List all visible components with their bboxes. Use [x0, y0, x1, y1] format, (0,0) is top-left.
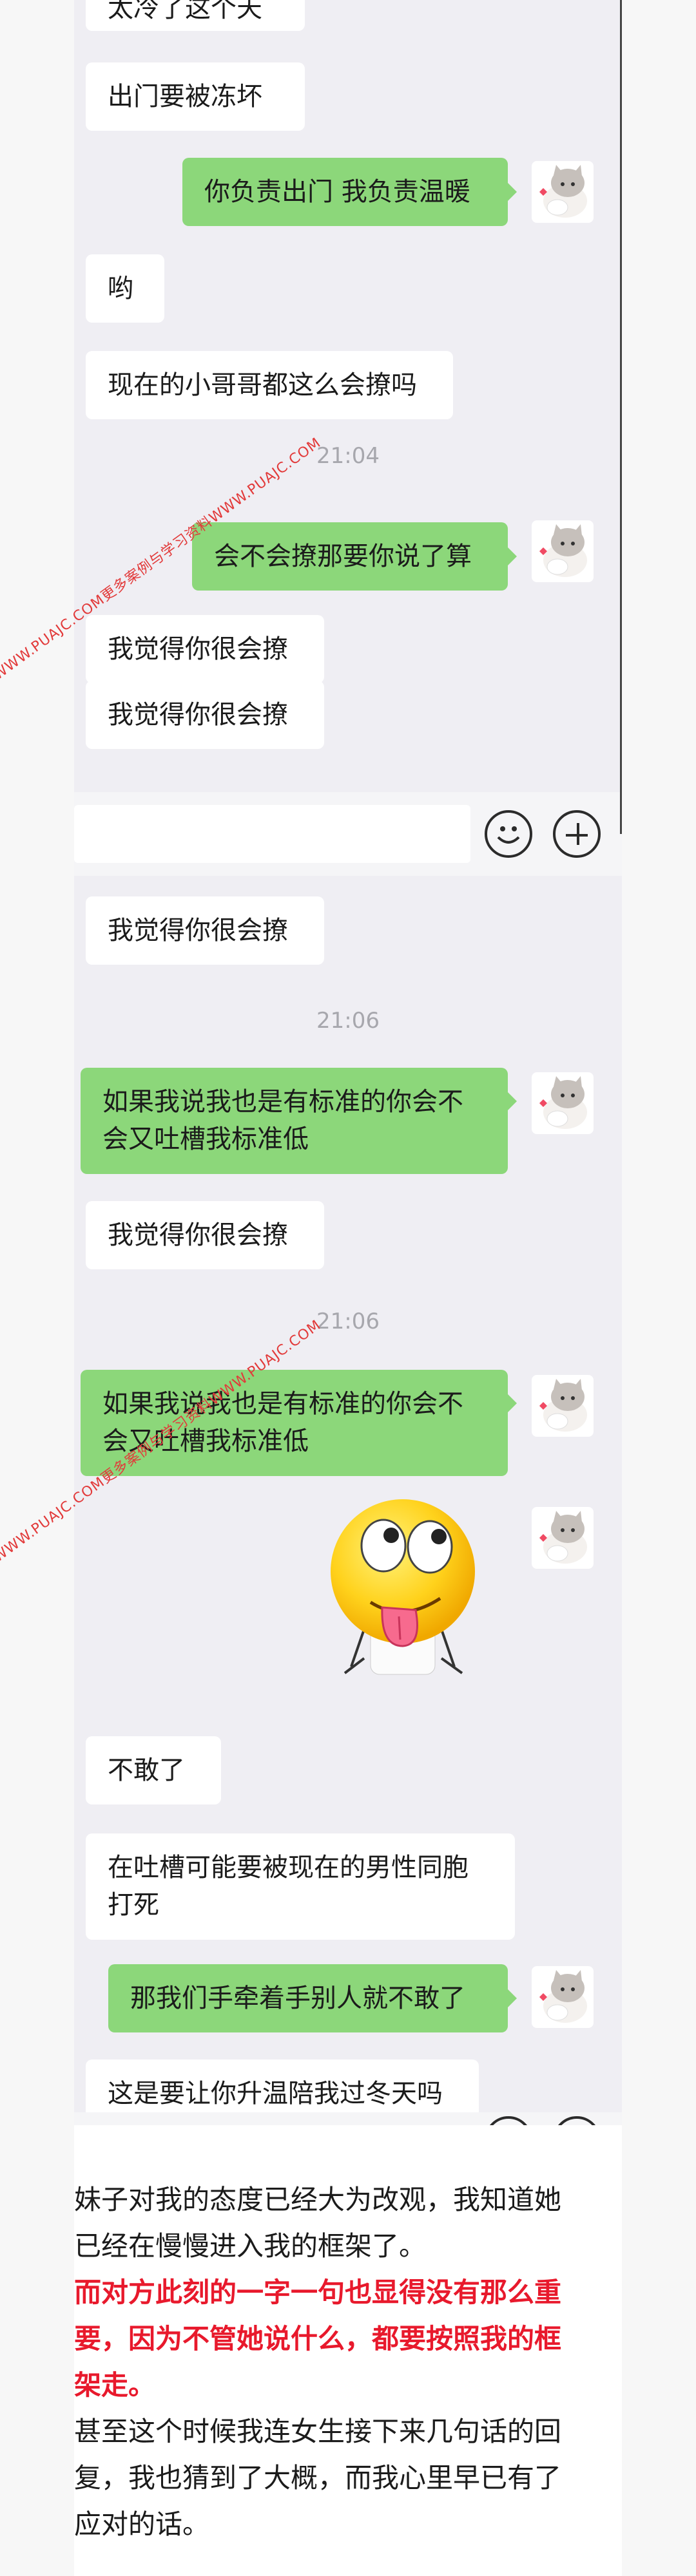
plus-icon[interactable]: [553, 2116, 601, 2125]
input-bar: [74, 792, 622, 876]
chat-screenshot-1: 太冷了这个天 出门要被冻坏 你负责出门 我负责温暖 哟 现在的小哥哥都这么会撩吗…: [74, 0, 622, 876]
left-margin: [0, 0, 74, 2576]
message-incoming: 现在的小哥哥都这么会撩吗: [86, 351, 453, 419]
emoji-icon[interactable]: [485, 2116, 532, 2125]
avatar-cat-icon[interactable]: [532, 161, 594, 223]
message-incoming: 在吐槽可能要被现在的男性同胞 打死: [86, 1833, 515, 1940]
message-incoming: 出门要被冻坏: [86, 62, 305, 131]
bubble-tail: [508, 547, 517, 565]
avatar-cat-icon[interactable]: [532, 520, 594, 582]
bubble-tail: [508, 1394, 517, 1412]
message-outgoing: 那我们手牵着手别人就不敢了: [108, 1964, 508, 2032]
timestamp: 21:06: [316, 1309, 380, 1334]
message-incoming: 我觉得你很会撩: [86, 681, 324, 749]
emoji-icon[interactable]: [485, 810, 532, 858]
avatar-cat-icon[interactable]: [532, 1966, 594, 2028]
message-incoming: 我觉得你很会撩: [86, 896, 324, 965]
panel-divider: [620, 0, 622, 834]
avatar-cat-icon[interactable]: [532, 1375, 594, 1437]
message-outgoing: 你负责出门 我负责温暖: [182, 158, 508, 226]
message-outgoing: 如果我说我也是有标准的你会不 会又吐槽我标准低: [81, 1068, 508, 1174]
right-margin: [622, 0, 696, 2576]
message-incoming: 太冷了这个天: [86, 0, 305, 31]
caption-paragraph: 甚至这个时候我连女生接下来几句话的回 复，我也猜到了大概，而我心里早已有了 应对的话…: [74, 2416, 562, 2540]
message-outgoing: 会不会撩那要你说了算: [192, 522, 508, 591]
timestamp: 21:04: [316, 443, 380, 469]
message-input[interactable]: [74, 805, 470, 863]
chat-screenshot-2: 我觉得你很会撩 21:06 如果我说我也是有标准的你会不 会又吐槽我标准低 我觉得…: [74, 876, 622, 2125]
bubble-tail: [508, 1092, 517, 1110]
caption-emphasis: 而对方此刻的一字一句也显得没有那么重 要，因为不管她说什么，都要按照我的框 架走。: [74, 2277, 562, 2401]
message-incoming: 不敢了: [86, 1736, 221, 1804]
avatar-cat-icon[interactable]: [532, 1507, 594, 1569]
message-incoming: 我觉得你很会撩: [86, 615, 324, 683]
message-incoming: 哟: [86, 254, 164, 323]
bubble-tail: [508, 183, 517, 201]
sticker-tongue-out-emoji[interactable]: [319, 1494, 487, 1681]
timestamp: 21:06: [316, 1008, 380, 1034]
message-incoming: 我觉得你很会撩: [86, 1201, 324, 1269]
caption-paragraph: 妹子对我的态度已经大为改观，我知道她 已经在慢慢进入我的框架了。: [74, 2184, 562, 2262]
page: 太冷了这个天 出门要被冻坏 你负责出门 我负责温暖 哟 现在的小哥哥都这么会撩吗…: [0, 0, 696, 2576]
bubble-tail: [508, 1989, 517, 2007]
article-caption: 妹子对我的态度已经大为改观，我知道她 已经在慢慢进入我的框架了。 而对方此刻的一字…: [74, 2177, 622, 2548]
input-bar: [74, 2112, 622, 2125]
plus-icon[interactable]: [553, 810, 601, 858]
avatar-cat-icon[interactable]: [532, 1072, 594, 1134]
